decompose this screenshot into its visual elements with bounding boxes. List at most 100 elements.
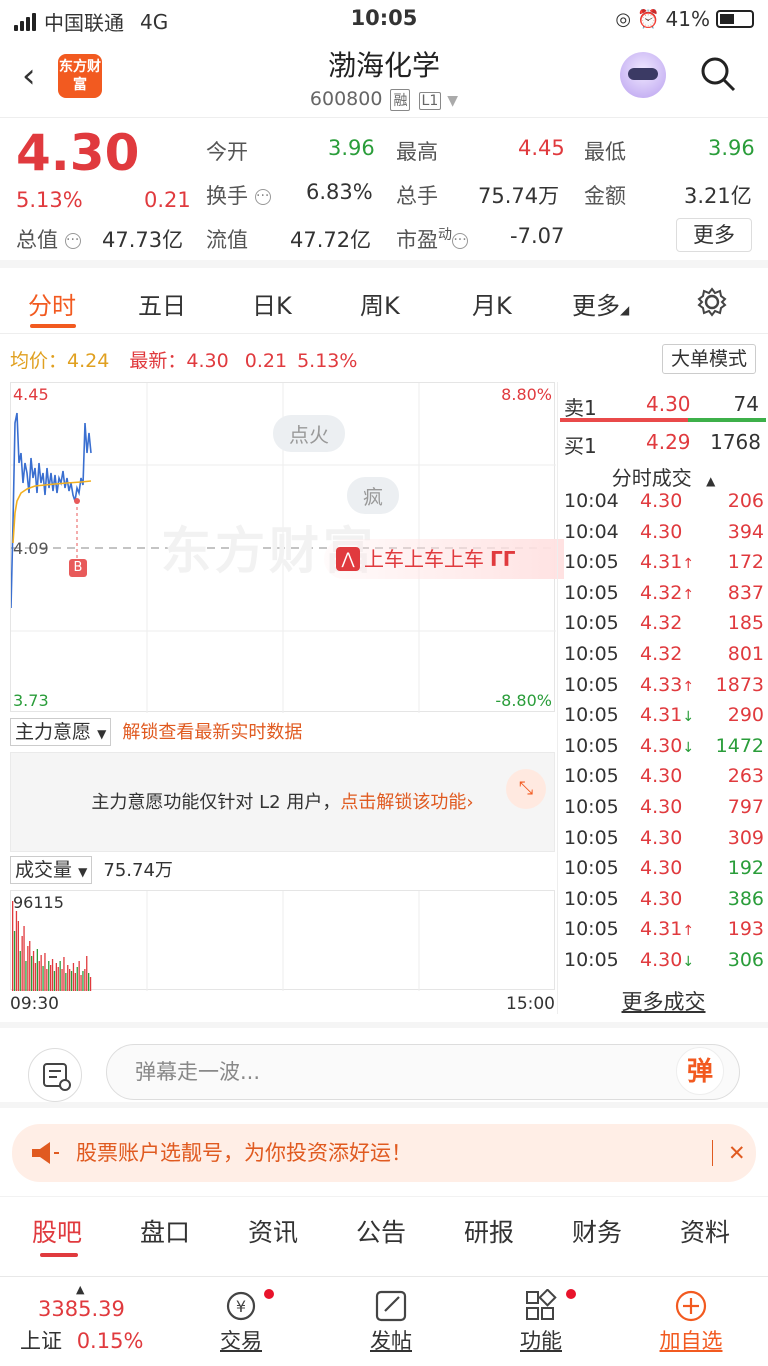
mktcap-value: 47.73亿 (102, 228, 184, 252)
trade-row: 10:05 4.30↓ 1472 (564, 735, 764, 765)
settings-gear-icon[interactable] (696, 286, 728, 318)
trade-time: 10:05 (564, 826, 619, 849)
trade-time: 10:05 (564, 887, 619, 910)
volume-dropdown[interactable]: 成交量 ▼ (10, 856, 93, 884)
l2-unlock-panel[interactable]: 主力意愿功能仅针对 L2 用户，点击解锁该功能› ⤡ (10, 752, 555, 852)
y-min-label: 3.73 (13, 691, 49, 710)
trade-time: 10:05 (564, 949, 619, 971)
more-button[interactable]: 更多 (676, 218, 752, 252)
intraday-chart[interactable]: 东方财富 B 4.45 4.09 3.73 8.80% -8.80% 点火 疯 … (10, 382, 564, 713)
trade-row: 10:04 4.30 206 (564, 490, 764, 520)
buy1-row[interactable]: 买1 4.29 1768 (558, 428, 768, 458)
volume-bar (21, 936, 23, 991)
big-order-mode-button[interactable]: 大单模式 (662, 344, 756, 374)
close-icon[interactable]: ✕ (728, 1124, 746, 1182)
main-force-dropdown[interactable]: 主力意愿 ▼ (10, 718, 112, 746)
status-bar: 中国联通 4G 10:05 ◎ ⏰ 41% (0, 0, 768, 38)
info-icon[interactable]: ··· (254, 189, 271, 205)
volume-bar (13, 931, 16, 991)
promo-notice[interactable]: 股票账户选靓号，为你投资添好运！ ✕ (12, 1124, 756, 1182)
expand-icon[interactable]: ⤡ (506, 769, 546, 809)
tab-monthly-k[interactable]: 月K (472, 286, 512, 321)
chart-tabs: 分时 五日 日K 周K 月K 更多◢ (0, 268, 768, 334)
volume-bar (59, 961, 61, 991)
trades-header[interactable]: 分时成交 ▲ (558, 462, 768, 491)
tab-finance[interactable]: 财务 (572, 1213, 622, 1249)
trade-row: 10:05 4.30 309 (564, 827, 764, 857)
danmu-bubble: 点火 (273, 415, 345, 452)
more-trades-link[interactable]: 更多成交 (558, 986, 768, 1016)
volume-bar (15, 911, 18, 991)
info-icon[interactable]: ··· (64, 233, 81, 249)
tab-intraday[interactable]: 分时 (28, 286, 76, 321)
time-axis: 09:30 15:00 (10, 994, 555, 1014)
post-button[interactable]: 发帖 (346, 1283, 436, 1355)
trade-volume: 290 (727, 704, 764, 727)
tab-research[interactable]: 研报 (464, 1213, 514, 1249)
open-value: 3.96 (328, 136, 375, 160)
index-pct: 0.15% (76, 1329, 144, 1353)
trade-time: 10:05 (564, 643, 619, 665)
content-tabs: 股吧 盘口 资讯 公告 研报 财务 资料 (0, 1196, 768, 1270)
current-price: 4.30 (16, 124, 140, 182)
tab-announcements[interactable]: 公告 (356, 1213, 406, 1249)
volume-header: 成交量 ▼ 75.74万 (10, 856, 555, 888)
danmu-send-button[interactable]: 弹 (676, 1047, 724, 1095)
trade-volume: 306 (727, 949, 764, 971)
volume-chart[interactable]: 96115 (10, 890, 555, 991)
trade-time: 10:05 (564, 734, 619, 757)
danmu-settings-icon[interactable] (28, 1048, 82, 1102)
trade-time: 10:05 (564, 765, 619, 788)
quote-panel: 4.30 5.13% 0.21 今开 3.96 最高 4.45 最低 3.96 … (0, 118, 768, 268)
active-tab-underline (30, 324, 76, 328)
alarm-icon: ⏰ (637, 8, 660, 30)
volume-bar (36, 949, 38, 991)
battery-icon (716, 10, 754, 28)
volume-bar (53, 971, 56, 991)
add-watchlist-button[interactable]: 加自选 (646, 1283, 736, 1355)
main-force-row: 主力意愿 ▼ 解锁查看最新实时数据 (10, 718, 555, 748)
tab-more[interactable]: 更多◢ (572, 286, 629, 321)
index-ticker[interactable]: ▲ 3385.39 上证 0.15% (20, 1283, 170, 1355)
buy-marker[interactable]: B (69, 559, 87, 577)
assistant-robot-icon[interactable] (620, 52, 666, 98)
trade-volume: 386 (727, 887, 764, 910)
search-icon[interactable] (700, 56, 736, 92)
stock-header: ‹ 东方财富 渤海化学 600800 融 L1 ▼ (0, 38, 768, 118)
volume-bar (23, 926, 25, 991)
y-max-label: 4.45 (13, 385, 49, 404)
tab-weekly-k[interactable]: 周K (360, 286, 400, 321)
tab-profile[interactable]: 资料 (680, 1213, 730, 1249)
trade-volume: 1873 (715, 673, 764, 696)
trade-price: 4.30 (640, 520, 683, 543)
volume-bar (88, 973, 90, 991)
info-icon[interactable]: ··· (452, 233, 468, 249)
amount-label: 金额 (584, 184, 626, 208)
trade-price: 4.30 (640, 887, 683, 910)
tab-five-day[interactable]: 五日 (138, 286, 186, 321)
volume-bar (74, 973, 76, 991)
unlock-link[interactable]: 解锁查看最新实时数据 (122, 722, 302, 743)
high-label: 最高 (396, 140, 438, 164)
volume-bar (89, 977, 92, 991)
tab-daily-k[interactable]: 日K (252, 286, 292, 321)
trade-button[interactable]: ¥ 交易 (196, 1283, 286, 1355)
trade-time: 10:05 (564, 612, 619, 635)
trade-row: 10:05 4.30↓ 306 (564, 949, 764, 979)
danmu-input[interactable]: 弹幕走一波... (106, 1044, 740, 1100)
trade-icon: ¥ (226, 1291, 256, 1321)
notification-dot (264, 1289, 274, 1299)
trade-price: 4.32 (640, 612, 683, 635)
volume-bar (50, 965, 52, 991)
trade-volume: 193 (727, 918, 764, 941)
tab-forum[interactable]: 股吧 (32, 1213, 82, 1249)
trade-volume: 797 (727, 796, 764, 818)
tab-news[interactable]: 资讯 (248, 1213, 298, 1249)
trade-volume: 263 (727, 765, 764, 788)
tab-orderbook[interactable]: 盘口 (140, 1213, 190, 1249)
function-button[interactable]: 功能 (496, 1283, 586, 1355)
low-value: 3.96 (708, 136, 755, 160)
float-label: 流值 (206, 228, 248, 252)
trade-row: 10:05 4.31↓ 290 (564, 704, 764, 734)
sell1-row[interactable]: 卖1 4.30 74 (558, 390, 768, 420)
